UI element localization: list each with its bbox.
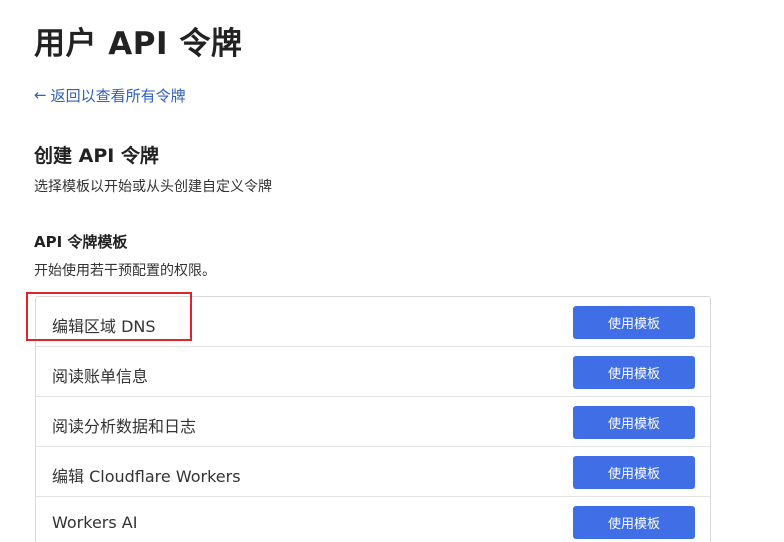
back-link-label: 返回以查看所有令牌 (50, 87, 186, 105)
template-list: 编辑区域 DNS 使用模板 阅读账单信息 使用模板 阅读分析数据和日志 使用模板… (35, 296, 711, 542)
template-label: 编辑区域 DNS (52, 317, 156, 336)
template-label: 阅读账单信息 (52, 367, 149, 386)
arrow-left-icon: ← (34, 86, 47, 104)
template-row-read-billing: 阅读账单信息 使用模板 (36, 347, 710, 397)
back-to-tokens-link[interactable]: ← 返回以查看所有令牌 (34, 85, 186, 106)
use-template-button-edit-zone-dns[interactable]: 使用模板 (573, 306, 695, 339)
use-template-button-workers-ai[interactable]: 使用模板 (573, 506, 695, 539)
create-token-description: 选择模板以开始或从头创建自定义令牌 (34, 179, 272, 195)
api-tokens-page: 用户 API 令牌 ← 返回以查看所有令牌 创建 API 令牌 选择模板以开始或… (0, 0, 784, 542)
create-token-title: 创建 API 令牌 (34, 145, 159, 167)
templates-description: 开始使用若干预配置的权限。 (34, 263, 216, 279)
use-template-button-read-analytics-logs[interactable]: 使用模板 (573, 406, 695, 439)
template-label: Workers AI (52, 513, 138, 532)
page-title: 用户 API 令牌 (34, 26, 243, 62)
template-row-workers-ai: Workers AI 使用模板 (36, 497, 710, 542)
use-template-button-edit-cloudflare-workers[interactable]: 使用模板 (573, 456, 695, 489)
templates-title: API 令牌模板 (34, 233, 128, 251)
template-label: 编辑 Cloudflare Workers (52, 467, 241, 486)
template-row-edit-zone-dns: 编辑区域 DNS 使用模板 (36, 297, 710, 347)
use-template-button-read-billing[interactable]: 使用模板 (573, 356, 695, 389)
template-row-read-analytics-logs: 阅读分析数据和日志 使用模板 (36, 397, 710, 447)
template-row-edit-cloudflare-workers: 编辑 Cloudflare Workers 使用模板 (36, 447, 710, 497)
template-label: 阅读分析数据和日志 (52, 417, 197, 436)
